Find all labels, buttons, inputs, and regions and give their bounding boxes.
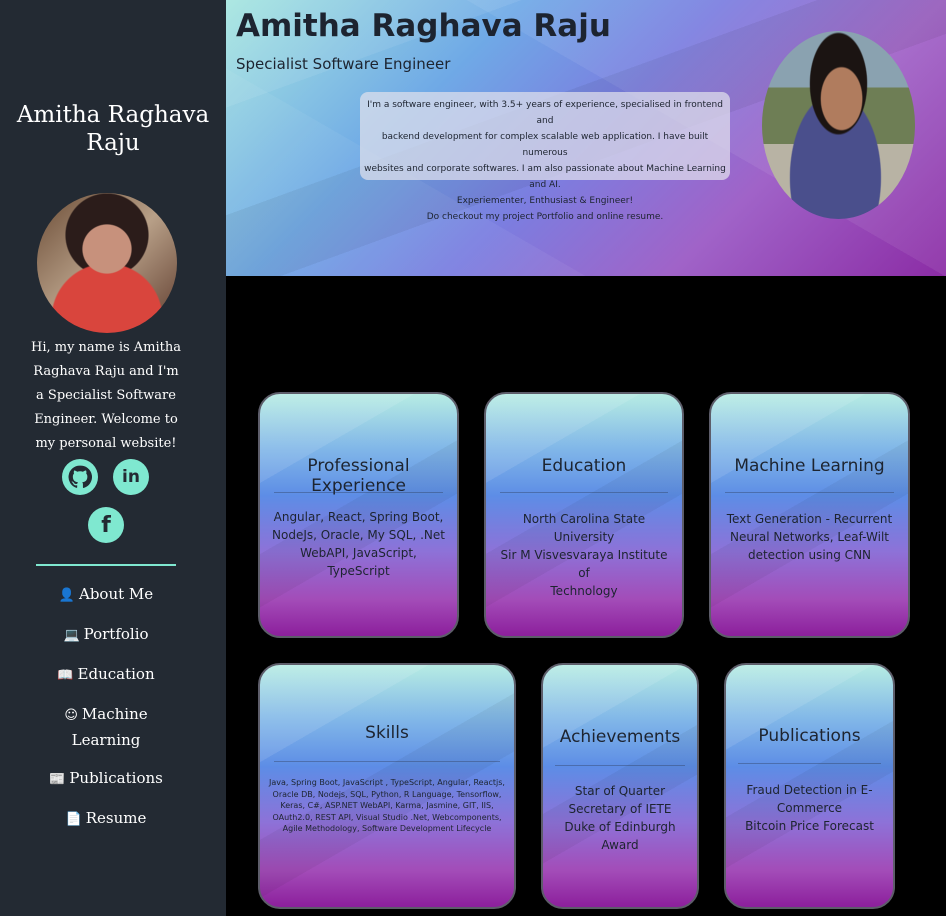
profile-photo <box>762 31 915 219</box>
sidebar-name: Amitha Raghava Raju <box>16 102 210 156</box>
card-body: Angular, React, Spring Boot, NodeJs, Ora… <box>268 508 449 580</box>
card-title: Publications <box>758 726 861 746</box>
laptop-icon: 💻 <box>63 628 80 643</box>
nav-machine-learning-label: Machine Learning <box>71 705 148 749</box>
sidebar-divider <box>36 564 176 566</box>
card-line: NodeJs, Oracle, My SQL, .Net <box>272 528 445 542</box>
card-line: Java, Spring Boot, JavaScript , TypeScri… <box>269 778 505 787</box>
nav-about-me[interactable]: 👤 About Me <box>40 582 172 608</box>
bio-line: backend development for complex scalable… <box>381 132 709 158</box>
user-icon: 👤 <box>58 588 75 603</box>
card-title: Skills <box>365 723 409 743</box>
card-line: Bitcoin Price Forecast <box>745 819 874 833</box>
nav-publications[interactable]: 📰 Publications <box>40 766 172 792</box>
header-banner: Amitha Raghava Raju Specialist Software … <box>226 0 946 276</box>
card-line: Angular, React, Spring Boot, <box>273 510 444 524</box>
avatar <box>37 193 177 333</box>
card-body: Text Generation - Recurrent Neural Netwo… <box>719 510 900 564</box>
bio-line: Do checkout my project Portfolio and onl… <box>426 212 664 222</box>
card-body: Fraud Detection in E- Commerce Bitcoin P… <box>734 781 885 835</box>
sidebar-intro: Hi, my name is Amitha Raghava Raju and I… <box>30 340 182 451</box>
card-line: Commerce <box>776 801 843 815</box>
card-line: Oracle DB, Nodejs, SQL, Python, R Langua… <box>272 789 502 799</box>
bio-line: websites and corporate softwares. I am a… <box>364 164 726 190</box>
facebook-icon[interactable]: f <box>88 507 124 543</box>
linkedin-icon[interactable]: in <box>113 459 149 495</box>
file-icon: 📄 <box>65 812 82 827</box>
card-divider <box>725 492 894 493</box>
card-line: Neural Networks, Leaf-Wilt <box>730 530 889 544</box>
card-line: WebAPI, JavaScript, TypeScript <box>300 546 417 578</box>
card-body: Star of Quarter Secretary of IETE Duke o… <box>545 782 695 854</box>
nav-about-me-label: About Me <box>79 585 154 603</box>
card-skills[interactable]: Skills Java, Spring Boot, JavaScript , T… <box>258 663 516 909</box>
nav-resume-label: Resume <box>85 809 147 827</box>
nav-education-label: Education <box>77 665 155 683</box>
card-line: Sir M Visvesvaraya Institute of <box>500 548 668 580</box>
card-body: Java, Spring Boot, JavaScript , TypeScri… <box>268 777 506 835</box>
card-divider <box>500 492 668 493</box>
accessibility-icon: ☺ <box>64 708 78 723</box>
card-line: Technology <box>550 584 618 598</box>
card-title: Machine Learning <box>734 456 885 476</box>
card-achievements[interactable]: Achievements Star of Quarter Secretary o… <box>541 663 699 909</box>
card-education[interactable]: Education North Carolina State Universit… <box>484 392 684 638</box>
card-body: North Carolina State University Sir M Vi… <box>494 510 674 600</box>
card-professional-experience[interactable]: Professional Experience Angular, React, … <box>258 392 459 638</box>
card-divider <box>738 763 881 764</box>
bio-line: I'm a software engineer, with 3.5+ years… <box>367 100 723 126</box>
card-line: North Carolina State University <box>522 512 646 544</box>
sidebar: Amitha Raghava Raju Hi, my name is Amith… <box>0 0 226 916</box>
nav-machine-learning[interactable]: ☺ Machine Learning <box>40 702 172 752</box>
newspaper-icon: 📰 <box>49 772 66 787</box>
github-icon[interactable] <box>62 459 98 495</box>
nav-portfolio-label: Portfolio <box>83 625 149 643</box>
page-subtitle: Specialist Software Engineer <box>236 55 451 73</box>
card-publications[interactable]: Publications Fraud Detection in E- Comme… <box>724 663 895 909</box>
nav-education[interactable]: 📖 Education <box>40 662 172 688</box>
card-line: Agile Methodology, Software Development … <box>282 824 492 833</box>
github-logo <box>68 465 93 488</box>
card-title: Education <box>541 456 627 476</box>
nav-portfolio[interactable]: 💻 Portfolio <box>40 622 172 648</box>
card-line: OAuth2.0, REST API, Visual Studio .Net, … <box>272 812 502 822</box>
card-line: Text Generation - Recurrent <box>726 512 893 526</box>
card-machine-learning[interactable]: Machine Learning Text Generation - Recur… <box>709 392 910 638</box>
card-line: Fraud Detection in E- <box>746 783 873 797</box>
card-title: Professional Experience <box>307 456 410 496</box>
card-line: Star of Quarter <box>574 784 666 798</box>
card-line: Secretary of IETE <box>568 802 672 816</box>
card-divider <box>274 492 443 493</box>
bio-box: I'm a software engineer, with 3.5+ years… <box>360 92 730 222</box>
card-divider <box>555 765 685 766</box>
card-line: detection using CNN <box>747 548 872 562</box>
page-title: Amitha Raghava Raju <box>236 8 611 44</box>
nav-resume[interactable]: 📄 Resume <box>40 806 172 832</box>
nav-publications-label: Publications <box>69 769 163 787</box>
card-line: Keras, C#, ASP.NET WebAPI, Karma, Jasmin… <box>280 801 494 810</box>
card-line: Duke of Edinburgh Award <box>564 820 676 852</box>
book-icon: 📖 <box>57 668 74 683</box>
card-title: Achievements <box>559 727 681 747</box>
bio-line: Experiementer, Enthusiast & Engineer! <box>456 196 634 206</box>
card-divider <box>274 761 500 762</box>
